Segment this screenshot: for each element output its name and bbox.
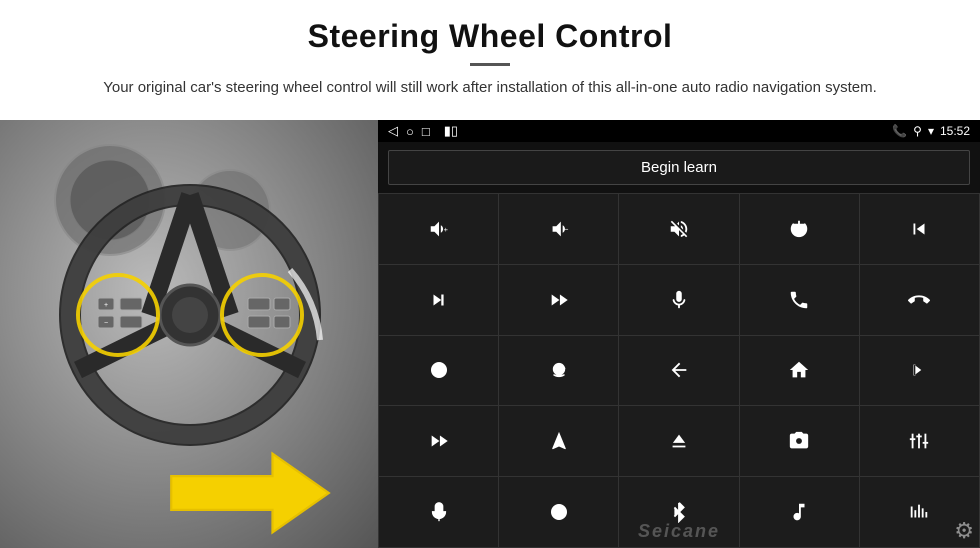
volume-up-icon: + bbox=[428, 218, 450, 240]
svg-text:360°: 360° bbox=[556, 367, 566, 372]
time-display: 15:52 bbox=[940, 124, 970, 138]
microphone-button[interactable] bbox=[619, 265, 738, 335]
fast-forward2-button[interactable] bbox=[379, 406, 498, 476]
equalizer-icon bbox=[908, 430, 930, 452]
speaker-toggle-button[interactable]: SPK bbox=[379, 336, 498, 406]
settings-button[interactable] bbox=[499, 477, 618, 547]
eject-button[interactable] bbox=[619, 406, 738, 476]
navigate-icon bbox=[548, 430, 570, 452]
back-nav-icon bbox=[668, 359, 690, 381]
status-bar: ◁ ○ □ ▮▯ 📞 ⚲ ▾ 15:52 bbox=[378, 120, 980, 142]
subtitle-text: Your original car's steering wheel contr… bbox=[100, 76, 880, 100]
fast-forward-icon bbox=[548, 289, 570, 311]
phone-button[interactable] bbox=[740, 265, 859, 335]
next-track-button[interactable] bbox=[379, 265, 498, 335]
volume-up-button[interactable]: + bbox=[379, 194, 498, 264]
next-track-icon bbox=[428, 289, 450, 311]
controls-grid: + − bbox=[378, 193, 980, 548]
skip-backward-icon bbox=[908, 359, 930, 381]
fast-forward2-icon bbox=[428, 430, 450, 452]
back-icon: ◁ bbox=[388, 123, 398, 139]
svg-text:−: − bbox=[104, 320, 108, 327]
status-left: ◁ ○ □ ▮▯ bbox=[388, 123, 458, 139]
prev-call-button[interactable] bbox=[860, 194, 979, 264]
svg-text:+: + bbox=[104, 302, 108, 309]
home-icon bbox=[788, 359, 810, 381]
title-divider bbox=[470, 63, 510, 66]
wifi-icon: ▾ bbox=[928, 124, 934, 138]
back-nav-button[interactable] bbox=[619, 336, 738, 406]
content-row: + − ◁ bbox=[0, 120, 980, 548]
steering-wheel-svg: + − bbox=[30, 140, 350, 450]
power-icon bbox=[788, 218, 810, 240]
begin-learn-section: Begin learn bbox=[378, 142, 980, 193]
battery-icon: ▮▯ bbox=[444, 123, 458, 139]
svg-text:SPK: SPK bbox=[436, 371, 445, 376]
svg-text:+: + bbox=[443, 225, 447, 234]
music-icon bbox=[788, 501, 810, 523]
android-head-unit: ◁ ○ □ ▮▯ 📞 ⚲ ▾ 15:52 Begin learn bbox=[378, 120, 980, 548]
360-icon: 360° bbox=[548, 359, 570, 381]
skip-backward-button[interactable] bbox=[860, 336, 979, 406]
360-view-button[interactable]: 360° bbox=[499, 336, 618, 406]
mic2-icon bbox=[428, 501, 450, 523]
fast-forward-button[interactable] bbox=[499, 265, 618, 335]
camera-icon bbox=[788, 430, 810, 452]
audio-levels-icon bbox=[908, 501, 930, 523]
mute-button[interactable] bbox=[619, 194, 738, 264]
page-title: Steering Wheel Control bbox=[60, 18, 920, 55]
status-right: 📞 ⚲ ▾ 15:52 bbox=[892, 124, 970, 138]
prev-call-icon bbox=[908, 218, 930, 240]
header-section: Steering Wheel Control Your original car… bbox=[0, 0, 980, 106]
volume-down-button[interactable]: − bbox=[499, 194, 618, 264]
eject-icon bbox=[668, 430, 690, 452]
gps-icon: ⚲ bbox=[913, 124, 922, 138]
direction-arrow bbox=[160, 448, 340, 538]
hang-up-button[interactable] bbox=[860, 265, 979, 335]
bluetooth-button[interactable] bbox=[619, 477, 738, 547]
microphone-icon bbox=[668, 289, 690, 311]
svg-text:−: − bbox=[563, 225, 568, 234]
bluetooth-icon bbox=[668, 501, 690, 523]
page: Steering Wheel Control Your original car… bbox=[0, 0, 980, 548]
steering-wheel-photo: + − bbox=[0, 120, 378, 548]
navigate-button[interactable] bbox=[499, 406, 618, 476]
music-button[interactable] bbox=[740, 477, 859, 547]
power-button[interactable] bbox=[740, 194, 859, 264]
mic2-button[interactable] bbox=[379, 477, 498, 547]
hang-up-icon bbox=[908, 289, 930, 311]
recents-icon: □ bbox=[422, 124, 430, 139]
phone-status-icon: 📞 bbox=[892, 124, 907, 138]
begin-learn-button[interactable]: Begin learn bbox=[388, 150, 970, 185]
home-nav-icon: ○ bbox=[406, 124, 414, 139]
settings-icon bbox=[548, 501, 570, 523]
equalizer-button[interactable] bbox=[860, 406, 979, 476]
home-button[interactable] bbox=[740, 336, 859, 406]
volume-down-icon: − bbox=[548, 218, 570, 240]
camera-button[interactable] bbox=[740, 406, 859, 476]
mute-icon bbox=[668, 218, 690, 240]
gear-settings-icon[interactable]: ⚙ bbox=[954, 518, 974, 544]
phone-icon bbox=[788, 289, 810, 311]
speaker-icon: SPK bbox=[428, 359, 450, 381]
